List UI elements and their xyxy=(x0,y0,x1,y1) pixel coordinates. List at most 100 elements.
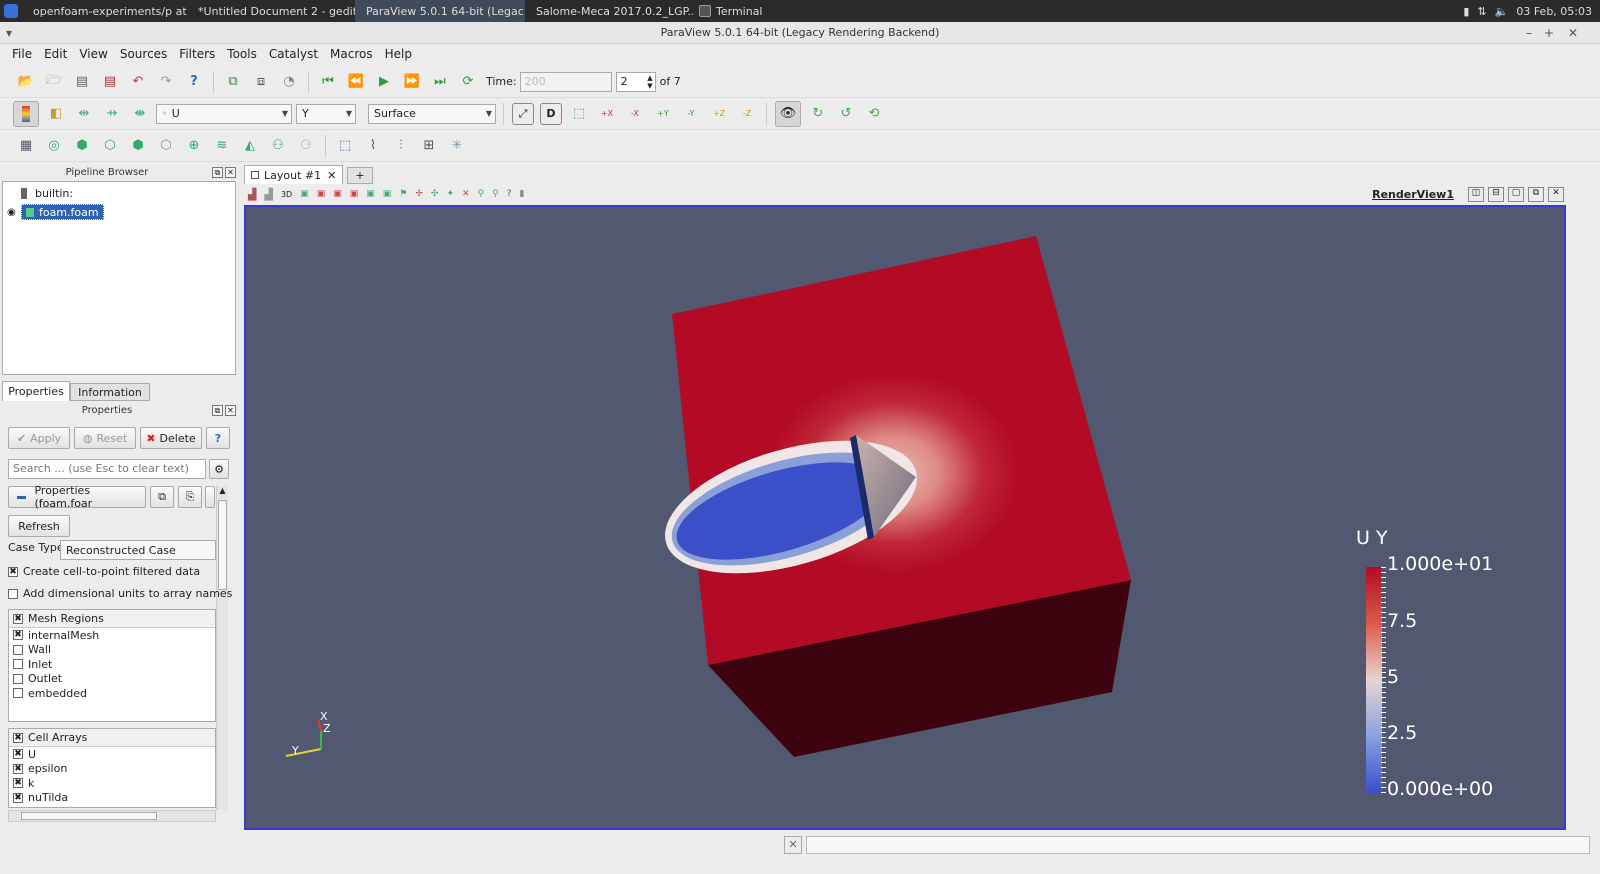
histogram-icon[interactable]: ⫶ xyxy=(390,135,412,157)
maximize-view-icon[interactable]: ▢ xyxy=(1508,186,1524,202)
clear-status-button[interactable]: ✕ xyxy=(784,836,802,854)
properties-help-button[interactable]: ? xyxy=(206,427,230,449)
view-minus-x-icon[interactable]: -X xyxy=(624,103,646,125)
plot-selection-icon[interactable]: ⚲ xyxy=(492,189,499,199)
menu-view[interactable]: View xyxy=(73,47,113,61)
split-vertical-icon[interactable]: ⊟ xyxy=(1488,186,1504,202)
undock-properties-icon[interactable]: ⧉ xyxy=(212,405,223,416)
reset-camera-icon[interactable]: ⤢ xyxy=(512,102,534,125)
spreadsheet-icon[interactable]: ✳ xyxy=(446,135,468,157)
mesh-regions-header[interactable]: ✖ Mesh Regions xyxy=(9,610,215,628)
menu-help[interactable]: Help xyxy=(379,47,418,61)
rescale-custom-icon[interactable]: ⇸ xyxy=(101,103,123,125)
case-type-select[interactable]: Reconstructed Case xyxy=(60,540,216,560)
extract-level-icon[interactable]: ⚆ xyxy=(295,135,317,157)
menu-filters[interactable]: Filters xyxy=(173,47,221,61)
battery-icon[interactable]: ▮ xyxy=(1463,5,1469,18)
tab-information[interactable]: Information xyxy=(70,383,150,401)
toggle-3d-button[interactable]: 3D xyxy=(281,190,292,199)
rescale-range-icon[interactable]: ⇹ xyxy=(73,103,95,125)
dimensional-units-checkbox[interactable]: Add dimensional units to array names xyxy=(8,587,232,600)
list-item[interactable]: ✖ epsilon xyxy=(9,762,215,777)
undo-icon[interactable]: ↶ xyxy=(127,71,149,93)
grow-selection-icon[interactable]: ✢ xyxy=(415,189,423,199)
minimize-button[interactable]: – xyxy=(1526,22,1532,44)
clear-selection-icon[interactable]: ✕ xyxy=(462,189,470,199)
list-item[interactable]: embedded xyxy=(9,686,215,701)
menu-macros[interactable]: Macros xyxy=(324,47,379,61)
query-icon[interactable]: ? xyxy=(507,189,512,199)
stream-tracer-icon[interactable]: ≋ xyxy=(211,135,233,157)
close-properties-icon[interactable]: ✕ xyxy=(225,405,236,416)
warp-vector-icon[interactable]: ◭ xyxy=(239,135,261,157)
restore-view-icon[interactable]: ⧉ xyxy=(1528,186,1544,202)
pick-center-icon[interactable]: ⟲ xyxy=(863,103,885,125)
paste-properties-button[interactable]: ⎘ xyxy=(178,486,202,508)
apply-button[interactable]: ✔ Apply xyxy=(8,427,70,449)
undock-pipeline-icon[interactable]: ⧉ xyxy=(212,167,223,178)
find-data-icon[interactable]: ⬚ xyxy=(334,135,356,157)
python-shell-icon[interactable]: ◔ xyxy=(278,71,300,93)
menu-edit[interactable]: Edit xyxy=(38,47,73,61)
menu-sources[interactable]: Sources xyxy=(114,47,173,61)
clock[interactable]: 03 Feb, 05:03 xyxy=(1516,5,1592,18)
toggle-color-legend-icon[interactable] xyxy=(13,100,39,127)
open-recent-icon[interactable]: 🗁 xyxy=(43,71,65,93)
zoom-to-box-icon[interactable]: ⬚ xyxy=(568,103,590,125)
close-pipeline-icon[interactable]: ✕ xyxy=(225,167,236,178)
tab-layout-1[interactable]: Layout #1 ✕ xyxy=(244,165,344,184)
scroll-up-icon[interactable]: ▲ xyxy=(217,486,228,498)
select-cells-icon[interactable]: ▣ xyxy=(317,189,326,199)
reset-button[interactable]: ◍ Reset xyxy=(74,427,136,449)
refresh-button[interactable]: Refresh xyxy=(8,515,70,537)
delete-button[interactable]: ✖ Delete xyxy=(140,427,202,449)
menu-file[interactable]: File xyxy=(6,47,38,61)
load-state-icon[interactable]: ▤ xyxy=(71,71,93,93)
list-item[interactable]: ✖ U xyxy=(9,747,215,762)
edit-colormap-icon[interactable]: ◧ xyxy=(45,103,67,125)
pipeline-item-builtin[interactable]: builtin: xyxy=(21,187,73,200)
task-paraview[interactable]: ParaView 5.0.1 64-bit (Legac... xyxy=(355,0,525,22)
shrink-selection-icon[interactable]: ✣ xyxy=(431,189,439,199)
trash-icon[interactable]: ▮ xyxy=(520,189,525,199)
group-datasets-icon[interactable]: ⚇ xyxy=(267,135,289,157)
list-item[interactable]: Outlet xyxy=(9,672,215,687)
view-plus-z-icon[interactable]: +Z xyxy=(708,103,730,125)
interactive-select-icon[interactable]: ▣ xyxy=(383,189,392,199)
menu-tools[interactable]: Tools xyxy=(221,47,263,61)
glyph-icon[interactable]: ⊕ xyxy=(183,135,205,157)
view-plus-x-icon[interactable]: +X xyxy=(596,103,618,125)
first-frame-icon[interactable]: ⏮ xyxy=(317,71,339,93)
pipeline-item-foam[interactable]: foam.foam xyxy=(21,204,104,220)
play-icon[interactable]: ▶ xyxy=(373,71,395,93)
rotate-90-cw-icon[interactable]: ↻ xyxy=(807,103,829,125)
view-minus-y-icon[interactable]: -Y xyxy=(680,103,702,125)
calculator-icon[interactable]: ▦ xyxy=(15,135,37,157)
list-item[interactable]: ✖ k xyxy=(9,776,215,791)
rescale-visible-icon[interactable]: ⇼ xyxy=(129,103,151,125)
disconnect-icon[interactable]: ⧈ xyxy=(250,71,272,93)
close-tab-icon[interactable]: ✕ xyxy=(327,169,336,182)
list-item[interactable]: ✖ internalMesh xyxy=(9,628,215,643)
task-salome[interactable]: Salome-Meca 2017.0.2_LGP... xyxy=(525,0,693,22)
slice-icon[interactable]: ⬡ xyxy=(99,135,121,157)
previous-frame-icon[interactable]: ⏪ xyxy=(345,71,367,93)
contour-icon[interactable]: ◎ xyxy=(43,135,65,157)
cell-arrays-header[interactable]: ✖ Cell Arrays xyxy=(9,729,215,747)
next-frame-icon[interactable]: ⏩ xyxy=(401,71,423,93)
camera-link-icon[interactable]: ▟ xyxy=(264,188,272,201)
select-points-icon[interactable]: ▣ xyxy=(333,189,342,199)
zoom-to-data-icon[interactable]: D xyxy=(540,102,562,125)
list-item[interactable]: ✖ nuTilda xyxy=(9,791,215,806)
time-input[interactable]: 200 xyxy=(519,71,612,92)
clip-icon[interactable]: ⬢ xyxy=(71,135,93,157)
volume-icon[interactable]: 🔈 xyxy=(1495,5,1509,18)
close-button[interactable]: ✕ xyxy=(1568,22,1578,44)
select-frustum-icon[interactable]: ▣ xyxy=(350,189,359,199)
visibility-eye-icon[interactable]: ◉ xyxy=(7,207,16,218)
redo-icon[interactable]: ↷ xyxy=(155,71,177,93)
scrollbar-thumb[interactable] xyxy=(21,812,157,820)
loop-icon[interactable]: ⟳ xyxy=(457,71,479,93)
color-legend[interactable]: U Y 1.000e+01 7.5 5 2.5 0.000e+00 xyxy=(1351,527,1531,807)
representation-select[interactable]: Surface ▼ xyxy=(368,103,496,124)
